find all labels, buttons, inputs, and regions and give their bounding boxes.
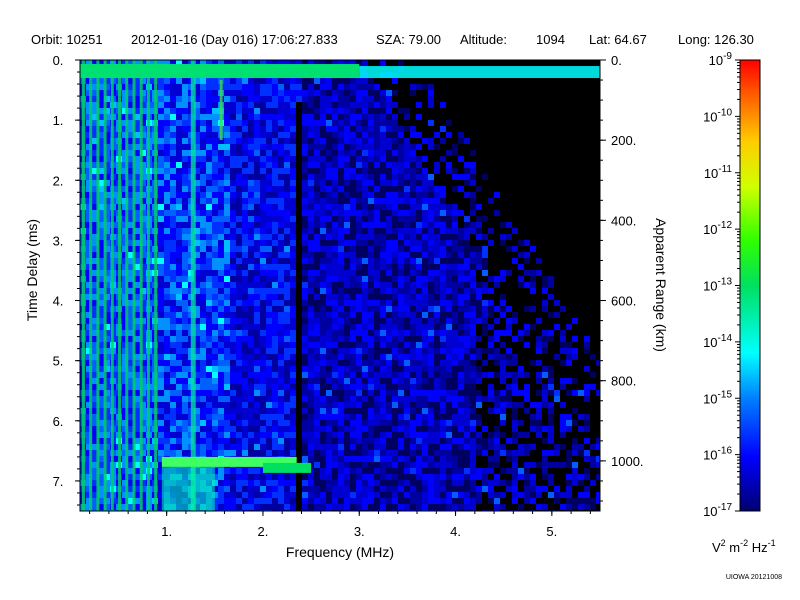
- ionogram-chart: 1. 2. 3. 4. 5. 0. 1. 2. 3. 4. 5. 6. 7. 0. 200. 400. 600.…: [24, 51, 776, 560]
- y-left-tick-label: 7.: [53, 474, 64, 489]
- y-right-tick-label: 800.: [611, 374, 636, 389]
- y-left-tick-label: 0.: [53, 53, 64, 68]
- y-right-tick-label: 600.: [611, 294, 636, 309]
- colorbar-tick-label: 10-16: [703, 446, 732, 463]
- y-left-tick-label: 4.: [53, 294, 64, 309]
- colorbar-tick-label: 10-12: [703, 220, 732, 237]
- y-right-tick-label: 200.: [611, 133, 636, 148]
- colorbar-tick-label: 10-15: [703, 389, 732, 406]
- colorbar-tick-label: 10-9: [709, 51, 733, 68]
- y-right-tick-label: 400.: [611, 213, 636, 228]
- y-right-tick-label: 1000.: [611, 454, 644, 469]
- colorbar-tick-label: 10-14: [703, 333, 732, 350]
- colorbar-tick-label: 10-11: [704, 164, 733, 181]
- colorbar-tick-label: 10-10: [703, 107, 732, 124]
- y-left-tick-label: 6.: [53, 414, 64, 429]
- x-tick-label: 1.: [161, 524, 172, 539]
- x-tick-label: 5.: [546, 524, 557, 539]
- x-tick-label: 2.: [258, 524, 269, 539]
- y-axis-left-title: Time Delay (ms): [24, 219, 40, 321]
- y-right-tick-label: 0.: [611, 53, 622, 68]
- y-left-tick-label: 2.: [53, 173, 64, 188]
- colorbar-tick-label: 10-13: [703, 277, 732, 294]
- x-tick-label: 4.: [450, 524, 461, 539]
- colorbar-ticks: 10-9 10-10 10-11 10-12 10-13 10-14 10-15 10-16 1…: [703, 51, 740, 519]
- colorbar-unit-label: V2 m-2 Hz-1: [712, 538, 776, 555]
- y-axis-right-title: Apparent Range (km): [653, 218, 669, 352]
- y-left-tick-label: 5.: [53, 354, 64, 369]
- x-tick-label: 3.: [354, 524, 365, 539]
- y-left-tick-label: 3.: [53, 233, 64, 248]
- colorbar-tick-label: 10-17: [703, 502, 732, 519]
- x-axis-title: Frequency (MHz): [286, 544, 394, 560]
- colorbar: [739, 59, 761, 512]
- credit-label: UIOWA 20121008: [725, 574, 782, 581]
- y-left-tick-label: 1.: [53, 113, 64, 128]
